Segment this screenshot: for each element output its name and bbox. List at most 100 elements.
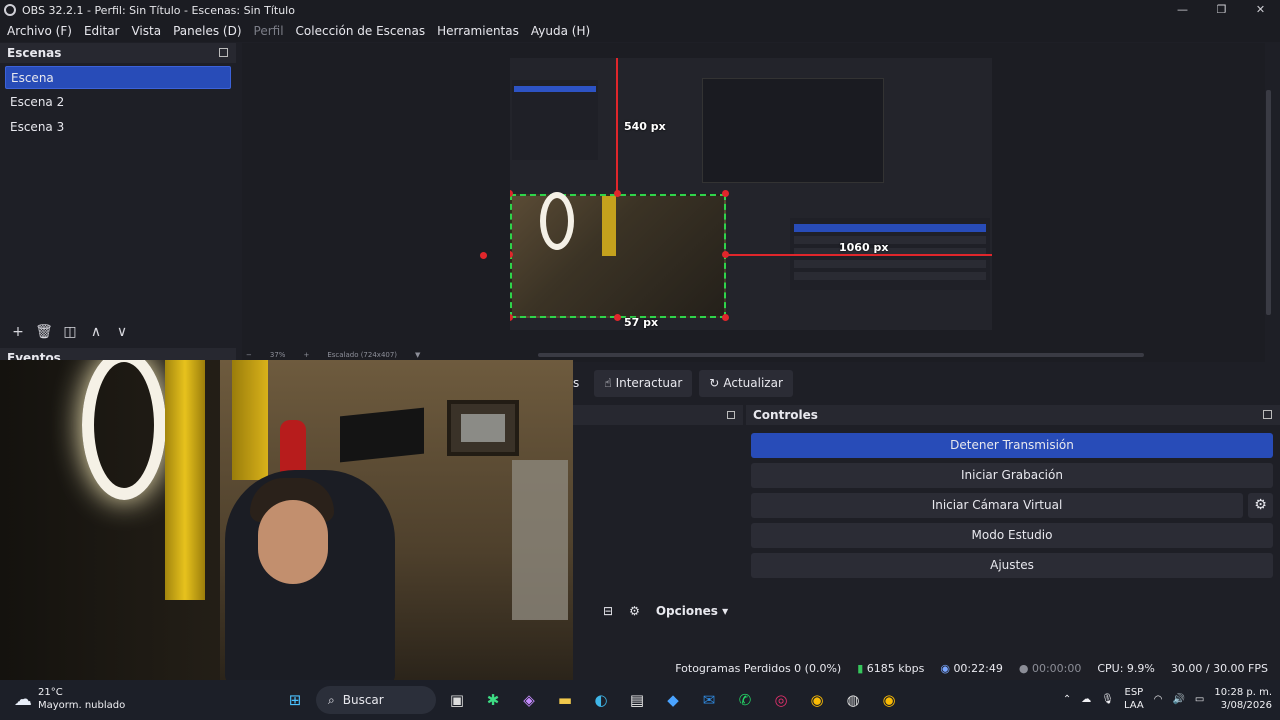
- keyboard-layout: LAA: [1123, 700, 1144, 711]
- scene-filters-icon[interactable]: ◫: [57, 324, 83, 340]
- record-dot-icon: ●: [1018, 661, 1029, 675]
- move-up-icon[interactable]: ∧: [83, 324, 109, 340]
- menu-file[interactable]: Archivo (F): [7, 24, 72, 38]
- scaling-select[interactable]: Escalado (724x407): [327, 351, 397, 359]
- microphone-icon[interactable]: 🎙: [1101, 694, 1114, 705]
- menu-help[interactable]: Ayuda (H): [531, 24, 590, 38]
- minimize-button[interactable]: —: [1163, 0, 1202, 20]
- resize-handle[interactable]: [722, 251, 729, 258]
- outlook-icon[interactable]: ✉: [694, 686, 724, 714]
- maximize-button[interactable]: ❐: [1202, 0, 1241, 20]
- menu-docks[interactable]: Paneles (D): [173, 24, 241, 38]
- advanced-audio-icon[interactable]: ⚙: [629, 604, 640, 618]
- interact-label: Interactuar: [615, 376, 683, 390]
- windows-start-icon[interactable]: ⊞: [280, 686, 310, 714]
- add-scene-icon[interactable]: +: [5, 324, 31, 340]
- nested-control-button: [794, 236, 986, 244]
- start-recording-button[interactable]: Iniciar Grabación: [751, 463, 1273, 488]
- scene-item[interactable]: Escena 3: [5, 116, 231, 139]
- close-button[interactable]: ✕: [1241, 0, 1280, 20]
- resize-handle[interactable]: [614, 314, 621, 321]
- wifi-icon[interactable]: ◠: [1154, 694, 1163, 705]
- selected-webcam-source[interactable]: [510, 192, 726, 318]
- menu-tools[interactable]: Herramientas: [437, 24, 519, 38]
- zoom-out-button[interactable]: −: [246, 351, 252, 359]
- menu-edit[interactable]: Editar: [84, 24, 120, 38]
- input-language[interactable]: ESP LAA: [1124, 686, 1144, 712]
- controls-dock: Controles Detener Transmisión Iniciar Gr…: [746, 405, 1280, 651]
- partial-button-label[interactable]: s: [573, 376, 579, 390]
- file-explorer-icon[interactable]: ▬: [550, 686, 580, 714]
- move-down-icon[interactable]: ∨: [109, 324, 135, 340]
- options-menu-button[interactable]: Opciones ▾: [656, 604, 728, 618]
- taskbar-search[interactable]: ⌕ Buscar: [316, 686, 436, 714]
- edge-browser-icon[interactable]: ◐: [586, 686, 616, 714]
- weather-widget[interactable]: ☁ 21°C Mayorm. nublado: [14, 686, 125, 712]
- battery-icon[interactable]: ▭: [1195, 694, 1204, 705]
- chrome-icon[interactable]: ◉: [802, 686, 832, 714]
- resize-handle[interactable]: [722, 314, 729, 321]
- preview-vertical-scrollbar[interactable]: [1266, 90, 1271, 315]
- undock-icon[interactable]: [1263, 410, 1272, 419]
- obs-taskbar-icon[interactable]: ◍: [838, 686, 868, 714]
- virtual-camera-settings-gear-icon[interactable]: ⚙: [1248, 493, 1273, 518]
- preview-area[interactable]: 540 px 1060 px 57 px: [242, 43, 1265, 348]
- stop-streaming-button[interactable]: Detener Transmisión: [751, 433, 1273, 458]
- settings-button[interactable]: Ajustes: [751, 553, 1273, 578]
- preview-horizontal-scrollbar[interactable]: [538, 353, 1144, 357]
- controls-dock-title: Controles: [746, 405, 1280, 425]
- ring-light: [540, 192, 574, 250]
- audio-mixer-dock: ⊟ ⚙ Opciones ▾: [573, 405, 743, 651]
- stream-time: 00:22:49: [953, 661, 1003, 675]
- scenes-title: Escenas: [7, 46, 62, 60]
- layout-icon[interactable]: ⊟: [603, 604, 613, 618]
- remove-scene-icon[interactable]: 🗑: [31, 324, 57, 340]
- zoom-in-button[interactable]: +: [303, 351, 309, 359]
- interact-button[interactable]: ☝ Interactuar: [594, 369, 693, 397]
- undock-icon[interactable]: [727, 411, 735, 419]
- onedrive-icon[interactable]: ☁: [1081, 694, 1091, 705]
- whatsapp-icon[interactable]: ✆: [730, 686, 760, 714]
- bitrate: 6185 kbps: [866, 661, 925, 675]
- chevron-up-icon[interactable]: ⌃: [1063, 694, 1071, 705]
- refresh-button[interactable]: ↻ Actualizar: [699, 369, 793, 397]
- chrome-icon[interactable]: ◉: [874, 686, 904, 714]
- dropped-frames: Fotogramas Perdidos 0 (0.0%): [675, 661, 842, 675]
- resize-handle[interactable]: [480, 252, 487, 259]
- scene-item[interactable]: Escena: [5, 66, 231, 89]
- instagram-icon[interactable]: ◎: [766, 686, 796, 714]
- resize-handle[interactable]: [722, 190, 729, 197]
- volume-icon[interactable]: 🔊: [1172, 694, 1184, 705]
- studio-mode-button[interactable]: Modo Estudio: [751, 523, 1273, 548]
- measure-label-right: 1060 px: [839, 241, 889, 254]
- vscode-icon[interactable]: ◆: [658, 686, 688, 714]
- hand-pointer-icon: ☝: [604, 376, 612, 390]
- fps: 30.00 / 30.00 FPS: [1170, 661, 1268, 675]
- menu-scene-collection[interactable]: Colección de Escenas: [296, 24, 426, 38]
- mixer-dock-title: [573, 405, 743, 425]
- chevron-down-icon[interactable]: ▼: [415, 351, 420, 359]
- record-time: 00:00:00: [1031, 661, 1082, 675]
- task-view-icon[interactable]: ▣: [442, 686, 472, 714]
- clock[interactable]: 10:28 p. m. 3/08/2026: [1214, 686, 1272, 712]
- app-icon[interactable]: ✱: [478, 686, 508, 714]
- menu-profile[interactable]: Perfil: [254, 24, 284, 38]
- weather-description: Mayorm. nublado: [38, 700, 126, 711]
- scene-item[interactable]: Escena 2: [5, 91, 231, 114]
- undock-icon[interactable]: [219, 48, 228, 57]
- television: [340, 407, 424, 463]
- menu-view[interactable]: Vista: [131, 24, 161, 38]
- resize-handle[interactable]: [614, 190, 621, 197]
- mixer-toolbar: ⊟ ⚙ Opciones ▾: [573, 599, 743, 623]
- bitrate-bars-icon: ▮: [857, 661, 864, 675]
- distance-guide: [616, 58, 618, 194]
- distance-guide: [726, 254, 992, 256]
- nested-preview-pane: [702, 78, 884, 183]
- scenes-dock: Escenas Escena Escena 2 Escena 3 + 🗑 ◫ ∧…: [0, 43, 236, 348]
- preview-canvas[interactable]: 540 px 1060 px 57 px: [510, 58, 992, 330]
- copilot-icon[interactable]: ◈: [514, 686, 544, 714]
- nested-control-button: [794, 260, 986, 268]
- zoom-value: 37%: [269, 351, 286, 359]
- start-virtual-camera-button[interactable]: Iniciar Cámara Virtual: [751, 493, 1243, 518]
- store-icon[interactable]: ▤: [622, 686, 652, 714]
